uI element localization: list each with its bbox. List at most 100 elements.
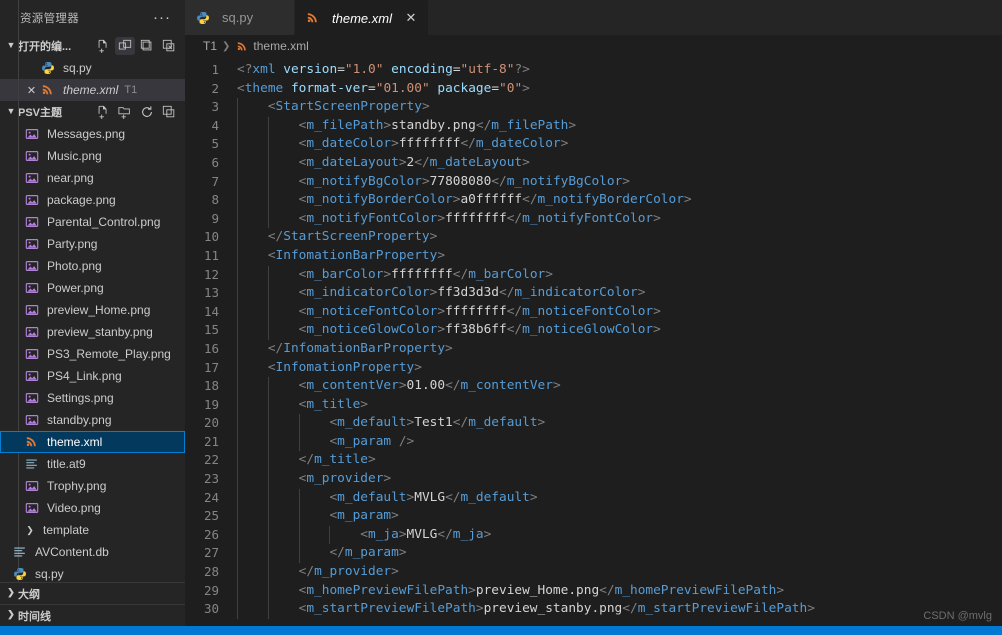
- code-line[interactable]: <m_notifyBgColor>77808080</m_notifyBgCol…: [237, 172, 1002, 192]
- file-tree-item[interactable]: Settings.png: [0, 387, 185, 409]
- code-line[interactable]: </m_param>: [237, 544, 1002, 564]
- file-tree-item[interactable]: Photo.png: [0, 255, 185, 277]
- split-editor-icon[interactable]: [115, 37, 135, 55]
- code-line[interactable]: <InfomationProperty>: [237, 358, 1002, 378]
- breadcrumb-item-file[interactable]: theme.xml: [235, 38, 309, 54]
- file-tree-item[interactable]: Trophy.png: [0, 475, 185, 497]
- line-number: 23: [203, 471, 219, 487]
- code-token-br: </: [491, 173, 507, 189]
- breadcrumb-item-root[interactable]: T1: [203, 39, 217, 53]
- code-line[interactable]: <theme format-ver="01.00" package="0">: [237, 80, 1002, 99]
- code-token-tag: m_homePreviewFilePath: [614, 582, 777, 598]
- code-line[interactable]: <m_dateColor>ffffffff</m_dateColor>: [237, 135, 1002, 154]
- more-actions-icon[interactable]: ···: [149, 10, 175, 25]
- code-line[interactable]: </InfomationBarProperty>: [237, 339, 1002, 359]
- indent-guide: [267, 135, 269, 154]
- code-line[interactable]: <m_provider>: [237, 470, 1002, 489]
- code-token-br: </: [445, 489, 461, 505]
- file-tree-item[interactable]: PS4_Link.png: [0, 365, 185, 387]
- code-token-tag: m_contentVer: [306, 378, 399, 394]
- code-line[interactable]: <m_filePath>standby.png</m_filePath>: [237, 116, 1002, 136]
- new-folder-icon[interactable]: [115, 103, 135, 121]
- code-token-txt: ff3d3d3d: [437, 285, 499, 301]
- code-line[interactable]: <m_title>: [237, 395, 1002, 415]
- code-line[interactable]: <InfomationBarProperty>: [237, 246, 1002, 266]
- code-line[interactable]: <m_notifyBorderColor>a0ffffff</m_notifyB…: [237, 191, 1002, 210]
- code-line[interactable]: <StartScreenProperty>: [237, 98, 1002, 117]
- indent-guide: [267, 488, 269, 508]
- file-tree-item[interactable]: sq.py: [0, 563, 185, 582]
- close-icon[interactable]: ✕: [404, 10, 418, 26]
- code-line[interactable]: <m_dateLayout>2</m_dateLayout>: [237, 153, 1002, 173]
- file-tree-item[interactable]: title.at9: [0, 453, 185, 475]
- file-tree-item[interactable]: standby.png: [0, 409, 185, 431]
- file-tree-item[interactable]: Power.png: [0, 277, 185, 299]
- line-number-gutter: 1 2 3 4 5 6 7 8 9 10 11 12 13 14 15 16 17 18 19 20 21 22 23 24 2…: [185, 57, 237, 626]
- code-line[interactable]: <m_homePreviewFilePath>preview_Home.png<…: [237, 581, 1002, 601]
- code-line[interactable]: <m_param />: [237, 432, 1002, 452]
- line-number: 6: [211, 154, 219, 170]
- file-tree-item[interactable]: preview_Home.png: [0, 299, 185, 321]
- code-line[interactable]: <m_default>MVLG</m_default>: [237, 488, 1002, 508]
- code-token-tag: m_notifyBorderColor: [306, 192, 453, 208]
- code-line[interactable]: <m_indicatorColor>ff3d3d3d</m_indicatorC…: [237, 284, 1002, 303]
- indent-guide: [267, 153, 269, 173]
- chevron-right-icon[interactable]: ❯: [24, 525, 36, 536]
- code-line[interactable]: </m_title>: [237, 451, 1002, 471]
- new-file-icon[interactable]: [93, 103, 113, 121]
- code-editor[interactable]: 1 2 3 4 5 6 7 8 9 10 11 12 13 14 15 16 17 18 19 20 21 22 23 24 2…: [185, 57, 1002, 626]
- file-tree-item[interactable]: PS3_Remote_Play.png: [0, 343, 185, 365]
- image-icon: [24, 368, 40, 384]
- code-line[interactable]: <m_notifyFontColor>ffffffff</m_notifyFon…: [237, 209, 1002, 229]
- code-token-tag: m_notifyBorderColor: [537, 192, 684, 208]
- code-line[interactable]: <m_param>: [237, 507, 1002, 526]
- file-tree-item[interactable]: ❯ template: [0, 519, 185, 541]
- file-tree-item[interactable]: preview_stanby.png: [0, 321, 185, 343]
- file-tree-item[interactable]: Music.png: [0, 145, 185, 167]
- refresh-icon[interactable]: [137, 103, 157, 121]
- open-editor-item[interactable]: ✕ theme.xml T1: [0, 79, 185, 101]
- section-open-editors-header[interactable]: ▼ 打开的编...: [0, 35, 185, 57]
- code-line[interactable]: <m_contentVer>01.00</m_contentVer>: [237, 377, 1002, 396]
- indent-guide: [237, 172, 238, 192]
- close-all-icon[interactable]: [159, 37, 179, 55]
- file-tree-item[interactable]: Parental_Control.png: [0, 211, 185, 233]
- code-line[interactable]: <m_default>Test1</m_default>: [237, 414, 1002, 433]
- line-number: 25: [203, 508, 219, 524]
- code-line[interactable]: <m_startPreviewFilePath>preview_stanby.p…: [237, 600, 1002, 619]
- code-line[interactable]: <m_noticeGlowColor>ff38b6ff</m_noticeGlo…: [237, 321, 1002, 340]
- open-editor-item[interactable]: sq.py: [0, 57, 185, 79]
- new-file-icon[interactable]: [93, 37, 113, 55]
- section-project-header[interactable]: ▼ PSV主题: [0, 101, 185, 123]
- indent-guide: [237, 339, 238, 359]
- code-content[interactable]: <?xml version="1.0" encoding="utf-8"?> <t…: [237, 57, 1002, 626]
- editor-tab[interactable]: theme.xml ✕: [295, 0, 429, 35]
- collapse-all-icon[interactable]: [159, 103, 179, 121]
- code-token-txt: 77808080: [429, 173, 492, 189]
- code-line[interactable]: <m_ja>MVLG</m_ja>: [237, 525, 1002, 545]
- sidebar-section-header[interactable]: ❯ 大纲: [0, 582, 185, 604]
- file-tree-item[interactable]: package.png: [0, 189, 185, 211]
- code-line[interactable]: </m_provider>: [237, 563, 1002, 582]
- code-token-tag: theme: [244, 80, 284, 96]
- sidebar-section-header[interactable]: ❯ 时间线: [0, 604, 185, 626]
- editor-tab[interactable]: sq.py: [185, 0, 295, 35]
- file-tree-item[interactable]: near.png: [0, 167, 185, 189]
- python-icon: [40, 60, 56, 76]
- save-all-icon[interactable]: [137, 37, 157, 55]
- file-tree-item[interactable]: Video.png: [0, 497, 185, 519]
- file-tree-item[interactable]: AVContent.db: [0, 541, 185, 563]
- file-tree-item-selected[interactable]: theme.xml: [0, 431, 185, 453]
- code-line[interactable]: </StartScreenProperty>: [237, 228, 1002, 247]
- close-icon[interactable]: ✕: [24, 84, 39, 97]
- line-number: 29: [203, 582, 219, 598]
- status-bar[interactable]: [0, 626, 1002, 635]
- file-tree-item[interactable]: Messages.png: [0, 123, 185, 145]
- code-line[interactable]: <m_barColor>ffffffff</m_barColor>: [237, 265, 1002, 285]
- code-token-tag: m_indicatorColor: [514, 285, 638, 301]
- code-line[interactable]: <m_noticeFontColor>ffffffff</m_noticeFon…: [237, 302, 1002, 322]
- editor-tabs-host: sq.py theme.xml ✕: [185, 0, 429, 35]
- file-tree-item[interactable]: Party.png: [0, 233, 185, 255]
- code-line[interactable]: <?xml version="1.0" encoding="utf-8"?>: [237, 61, 1002, 80]
